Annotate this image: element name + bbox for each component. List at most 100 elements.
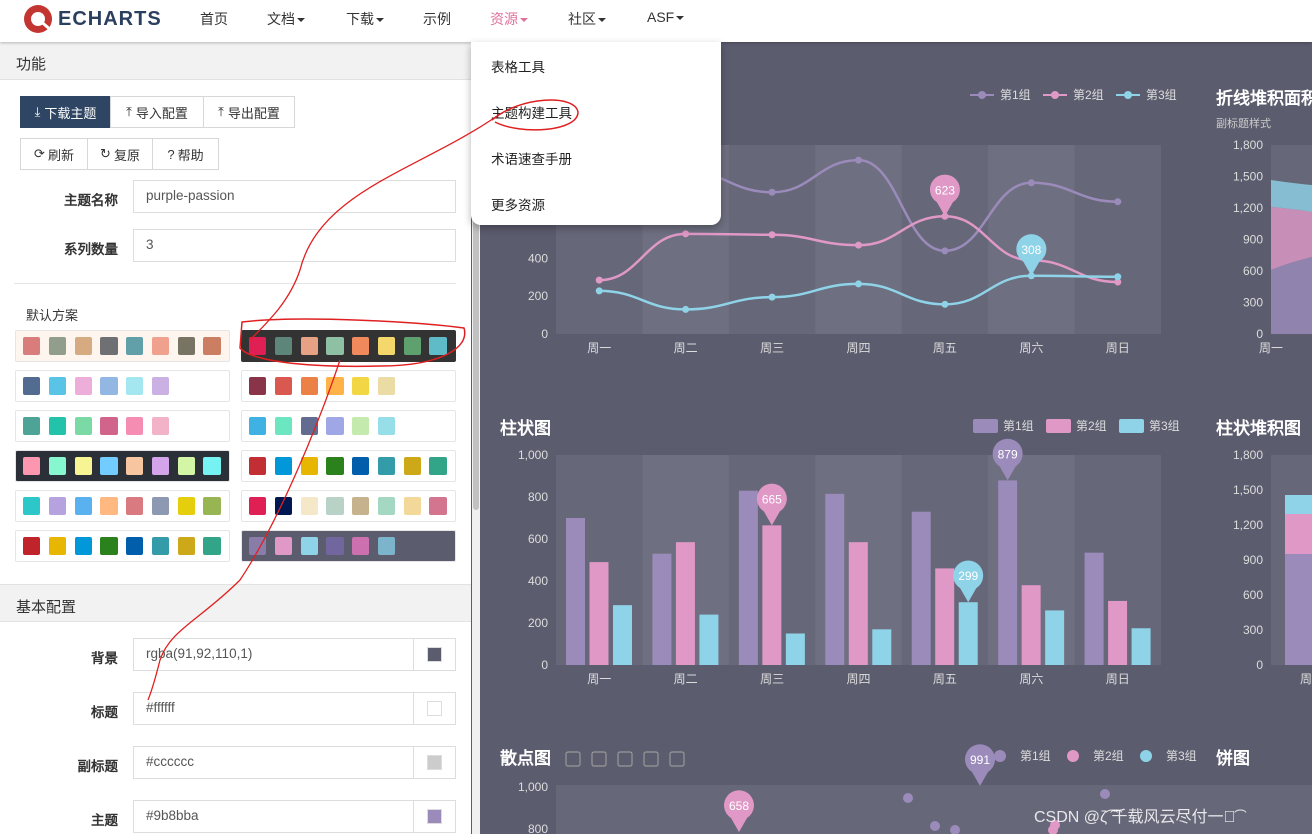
nav-item-6[interactable]: ASF <box>647 9 685 25</box>
bar[interactable] <box>848 542 868 665</box>
bar[interactable] <box>675 542 695 665</box>
x-tick-label: 周 <box>1300 672 1312 686</box>
export-config-button[interactable]: ⤒ 导出配置 <box>203 96 295 128</box>
data-point[interactable] <box>768 188 776 196</box>
theme-name-input[interactable]: purple-passion <box>133 180 456 213</box>
palette-swatch <box>177 457 195 475</box>
nav-item-1[interactable]: 文档 <box>267 9 305 29</box>
data-point[interactable] <box>941 247 949 255</box>
data-point[interactable] <box>595 287 603 295</box>
menu-item-1[interactable]: 主题构建工具 <box>491 102 572 122</box>
bar[interactable] <box>1131 628 1151 665</box>
echarts-logo[interactable]: ECHARTS <box>22 2 162 36</box>
help-button[interactable]: ? 帮助 <box>152 138 219 170</box>
bar[interactable] <box>1108 600 1128 665</box>
legend-label[interactable]: 第1组 <box>1000 88 1031 102</box>
scatter-point[interactable] <box>903 793 913 803</box>
bar[interactable] <box>738 490 758 665</box>
bar[interactable] <box>1021 585 1041 665</box>
data-point[interactable] <box>1027 179 1035 187</box>
data-point[interactable] <box>855 241 862 249</box>
color-swatch-button[interactable] <box>413 693 455 724</box>
refresh-icon[interactable] <box>565 751 581 767</box>
bar[interactable] <box>958 602 978 665</box>
color-field[interactable]: #9b8bba <box>133 800 456 833</box>
menu-item-2[interactable]: 术语速查手册 <box>491 148 572 168</box>
import-config-button[interactable]: ⤒ 导入配置 <box>110 96 204 128</box>
data-point[interactable] <box>1114 198 1122 206</box>
legend-label[interactable]: 第2组 <box>1073 88 1104 102</box>
legend-label[interactable]: 第1组 <box>1020 749 1051 763</box>
palette-scheme[interactable] <box>241 490 456 522</box>
divider <box>14 283 456 284</box>
series-count-input[interactable]: 3 <box>133 229 456 262</box>
data-point[interactable] <box>855 156 862 164</box>
bar[interactable] <box>1045 610 1065 665</box>
data-point[interactable] <box>1114 273 1122 281</box>
legend-label[interactable]: 第1组 <box>1003 419 1034 433</box>
color-swatch-button[interactable] <box>413 801 455 832</box>
bar[interactable] <box>998 480 1018 665</box>
nav-item-4[interactable]: 资源 <box>490 9 528 29</box>
bar[interactable] <box>589 562 609 665</box>
nav-item-5[interactable]: 社区 <box>568 9 606 29</box>
bar[interactable] <box>935 568 955 665</box>
zoom-reset-icon[interactable] <box>669 751 685 767</box>
legend-label[interactable]: 第2组 <box>1076 419 1107 433</box>
palette-scheme[interactable] <box>15 530 230 562</box>
palette-scheme[interactable] <box>241 450 456 482</box>
data-point[interactable] <box>941 300 949 308</box>
palette-scheme[interactable] <box>15 410 230 442</box>
legend-label[interactable]: 第2组 <box>1093 749 1124 763</box>
color-field[interactable]: #cccccc <box>133 746 456 779</box>
menu-item-0[interactable]: 表格工具 <box>491 56 545 76</box>
nav-item-3[interactable]: 示例 <box>423 9 451 29</box>
color-swatch-button[interactable] <box>413 747 455 778</box>
palette-scheme[interactable] <box>241 370 456 402</box>
reset-button[interactable]: ↻ 复原 <box>87 138 153 170</box>
bar[interactable] <box>825 493 845 665</box>
bar[interactable] <box>872 629 892 665</box>
palette-scheme[interactable] <box>15 330 230 362</box>
menu-item-3[interactable]: 更多资源 <box>491 194 545 214</box>
nav-item-0[interactable]: 首页 <box>200 9 228 29</box>
data-point[interactable] <box>682 305 690 313</box>
y-tick-label: 1,200 <box>1233 518 1263 532</box>
bar[interactable] <box>785 633 805 666</box>
palette-swatch <box>23 377 41 395</box>
data-point[interactable] <box>768 293 776 301</box>
palette-scheme[interactable] <box>241 530 456 562</box>
scatter-point[interactable] <box>930 821 940 831</box>
palette-scheme[interactable] <box>15 490 230 522</box>
color-swatch-button[interactable] <box>413 639 455 670</box>
legend-label[interactable]: 第3组 <box>1149 419 1180 433</box>
download-theme-button[interactable]: ⤓ 下载主题 <box>20 96 111 128</box>
color-field[interactable]: #ffffff <box>133 692 456 725</box>
zoom-icon[interactable] <box>643 751 659 767</box>
color-field[interactable]: rgba(91,92,110,1) <box>133 638 456 671</box>
bar[interactable] <box>1084 552 1104 665</box>
data-point[interactable] <box>595 276 603 284</box>
legend-label[interactable]: 第3组 <box>1166 749 1197 763</box>
mark-point[interactable]: 991 <box>965 744 995 786</box>
nav-item-2[interactable]: 下载 <box>346 9 384 29</box>
bar[interactable] <box>762 525 782 665</box>
data-point[interactable] <box>768 231 776 239</box>
data-view-icon[interactable] <box>617 751 633 767</box>
download-icon[interactable] <box>591 751 607 767</box>
bar[interactable] <box>699 614 719 665</box>
legend-label[interactable]: 第3组 <box>1146 88 1177 102</box>
bar[interactable] <box>566 518 585 665</box>
data-point[interactable] <box>855 280 862 288</box>
palette-scheme[interactable] <box>15 450 230 482</box>
scatter-point[interactable] <box>1100 789 1110 799</box>
palette-scheme[interactable] <box>241 410 456 442</box>
palette-scheme[interactable] <box>241 330 456 362</box>
bar[interactable] <box>911 511 931 665</box>
palette-scheme[interactable] <box>15 370 230 402</box>
bar[interactable] <box>613 605 632 665</box>
refresh-button[interactable]: ⟳ 刷新 <box>20 138 88 170</box>
data-point[interactable] <box>682 230 690 238</box>
palette-swatch <box>151 457 169 475</box>
bar[interactable] <box>652 553 672 665</box>
